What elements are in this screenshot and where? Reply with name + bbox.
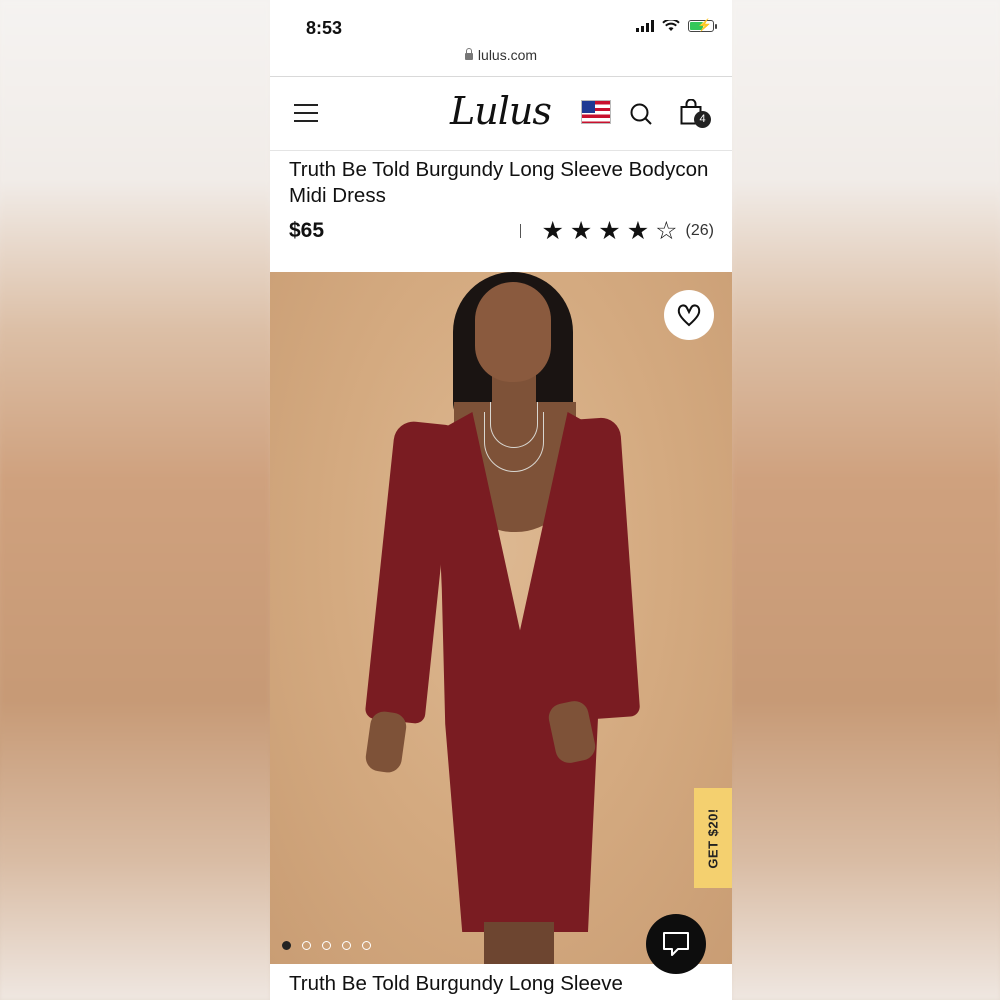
blurred-background-right (732, 0, 1000, 1000)
phone-screen: 8:53 ⚡ lulus.com Lulus 4 Truth Be Told B… (270, 0, 732, 1000)
star-full-icon: ★ (598, 217, 621, 245)
star-full-icon: ★ (626, 217, 650, 245)
carousel-dot[interactable] (282, 941, 291, 950)
star-full-icon: ★ (541, 217, 564, 245)
divider (270, 150, 732, 151)
carousel-dots (282, 941, 371, 950)
carousel-dot[interactable] (342, 941, 351, 950)
site-header: Lulus 4 (270, 77, 732, 150)
status-bar: 8:53 ⚡ (270, 0, 732, 46)
separator (519, 224, 522, 238)
heart-icon (677, 304, 701, 327)
url-text: lulus.com (477, 47, 538, 63)
promo-label: GET $20! (705, 807, 721, 869)
status-icons: ⚡ (636, 19, 717, 32)
product-title-repeat: Truth Be Told Burgundy Long Sleeve (289, 972, 623, 995)
site-logo[interactable]: Lulus (450, 89, 552, 133)
flag-icon[interactable] (581, 100, 611, 124)
chat-button[interactable] (646, 914, 706, 974)
star-full-icon: ★ (569, 217, 593, 245)
product-rating[interactable]: ★ ★ ★ ★ ☆ (26) (519, 217, 714, 245)
carousel-dot[interactable] (322, 941, 331, 950)
chat-icon (663, 932, 689, 956)
star-half-icon: ☆ (655, 217, 678, 245)
menu-icon[interactable] (294, 104, 318, 122)
cart-count-badge: 4 (694, 111, 711, 128)
address-bar[interactable]: lulus.com (270, 47, 732, 69)
product-image[interactable]: GET $20! (270, 272, 732, 964)
carousel-dot[interactable] (302, 941, 311, 950)
wishlist-button[interactable] (664, 290, 714, 340)
product-price: $65 (289, 219, 325, 242)
product-title: Truth Be Told Burgundy Long Sleeve Bodyc… (289, 158, 709, 207)
status-time: 8:53 (306, 18, 343, 38)
carousel-dot[interactable] (362, 941, 371, 950)
lock-icon (464, 48, 473, 60)
promo-tab[interactable]: GET $20! (694, 788, 732, 888)
battery-icon: ⚡ (688, 19, 717, 32)
blurred-background-left (0, 0, 270, 1000)
signal-icon (636, 20, 654, 32)
wifi-icon (662, 20, 680, 31)
review-count[interactable]: (26) (686, 222, 714, 240)
search-icon[interactable] (630, 103, 652, 125)
